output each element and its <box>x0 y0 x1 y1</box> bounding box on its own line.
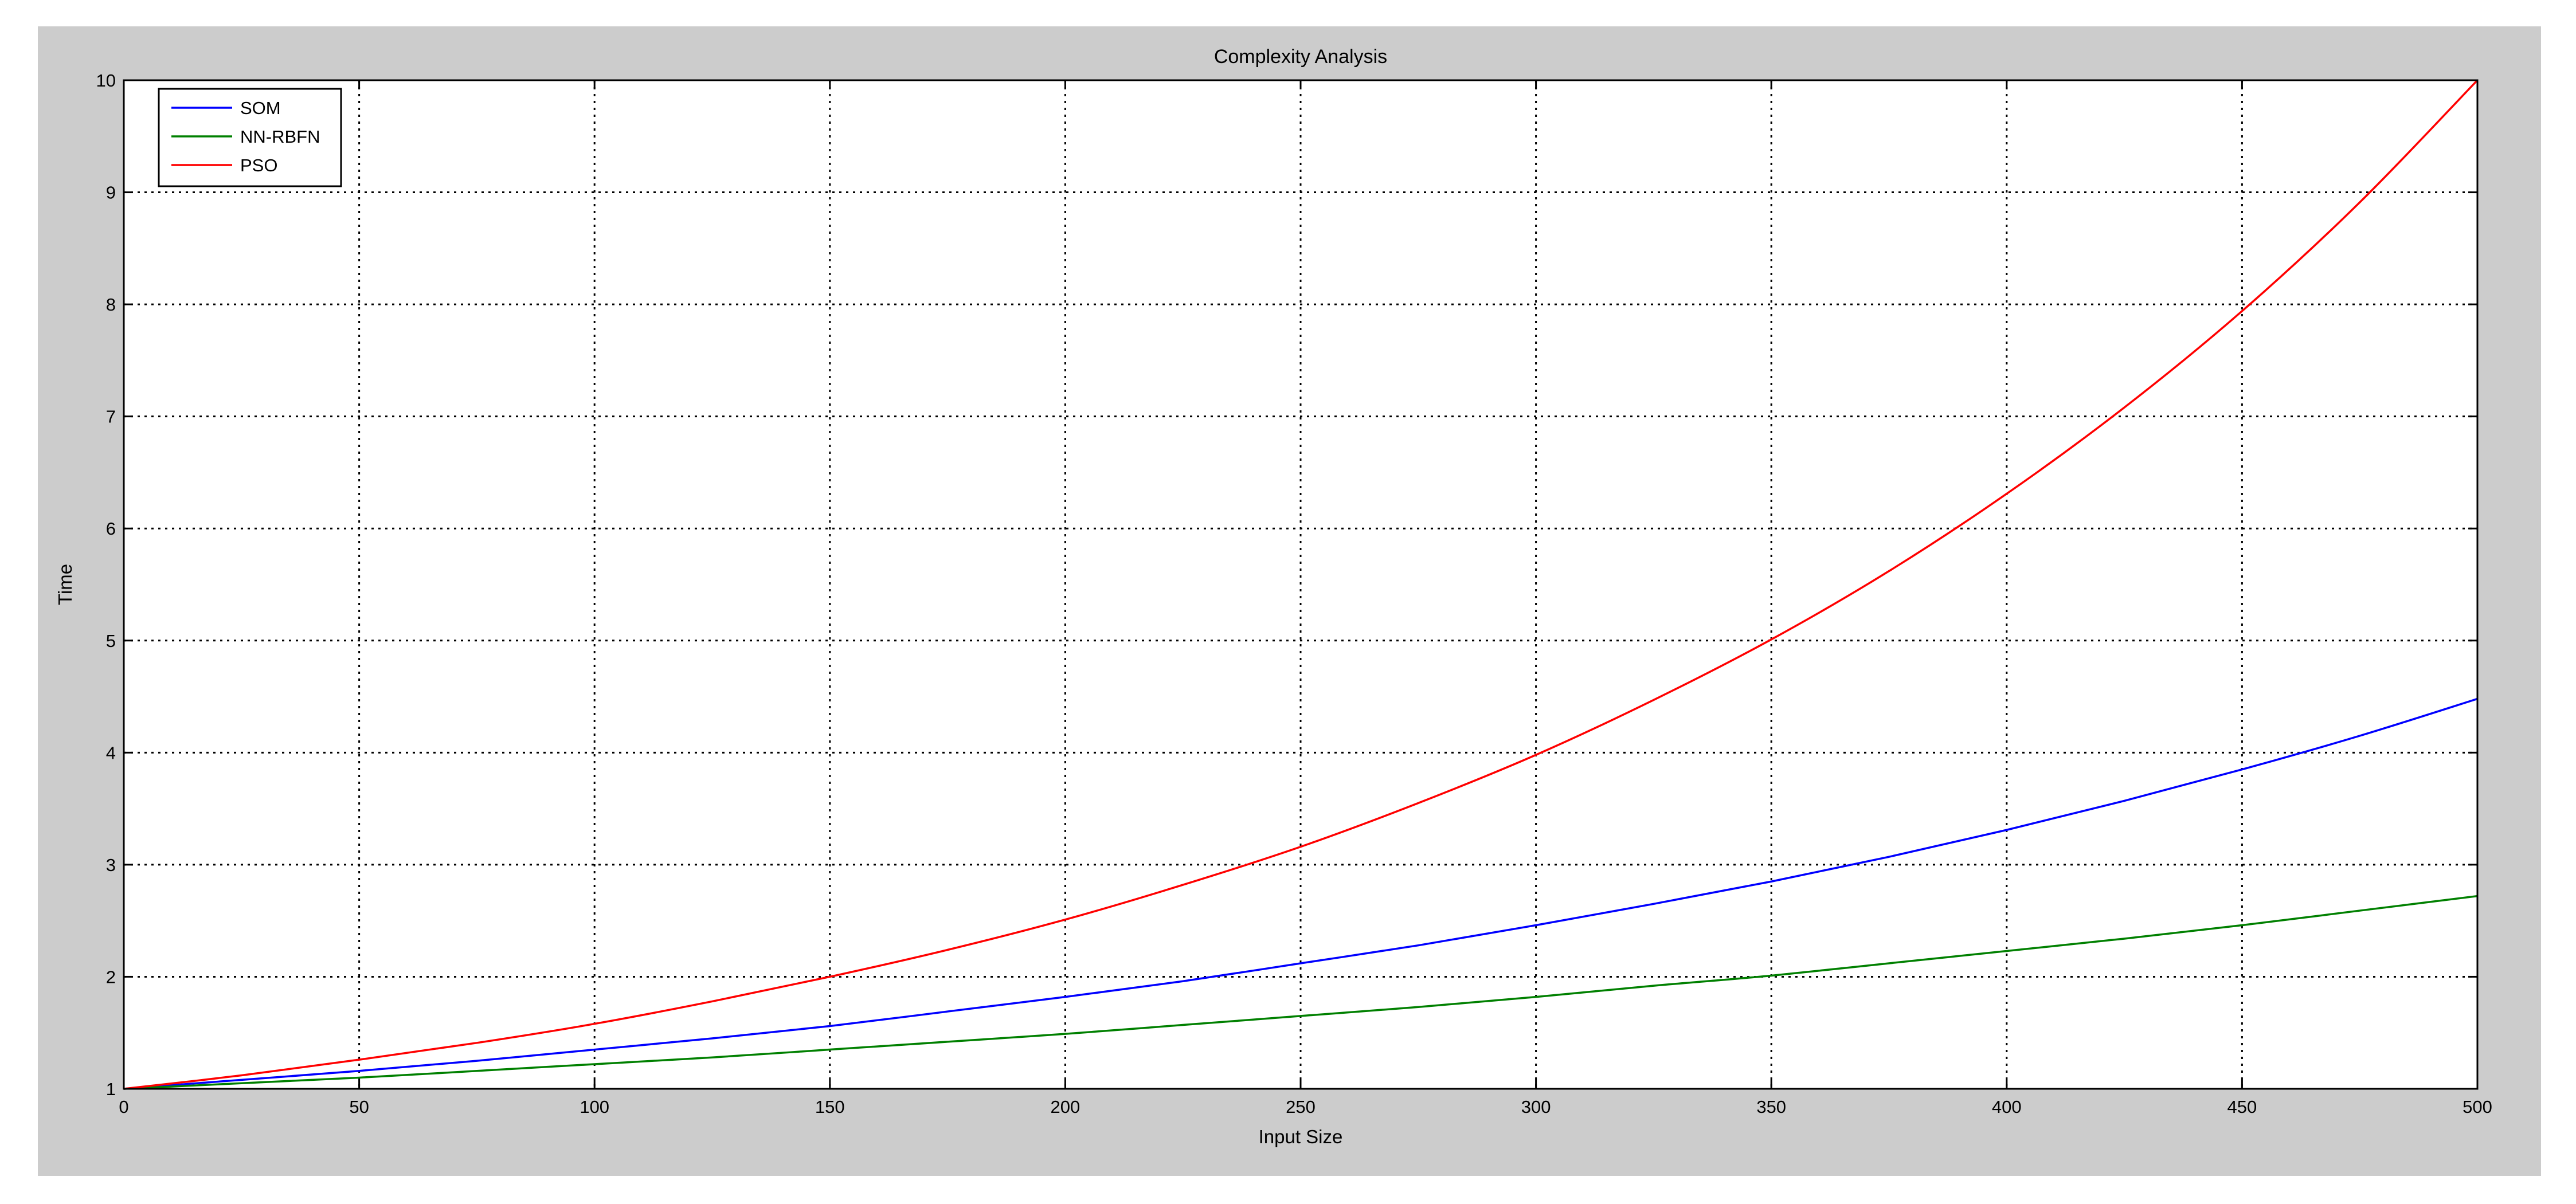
figure-margin-right <box>2541 0 2576 1204</box>
legend: SOM NN-RBFN PSO <box>158 88 342 187</box>
legend-label-som: SOM <box>240 98 281 118</box>
y-tick-label: 3 <box>106 855 116 875</box>
x-tick-label: 0 <box>119 1097 128 1117</box>
x-tick-label: 300 <box>1521 1097 1551 1117</box>
y-axis-title: Time <box>54 564 76 605</box>
y-tick-label: 2 <box>106 967 116 987</box>
x-tick-label: 500 <box>2463 1097 2492 1117</box>
y-tick-label: 6 <box>106 519 116 539</box>
x-tick-label: 350 <box>1756 1097 1786 1117</box>
x-axis-title: Input Size <box>1259 1126 1343 1147</box>
x-tick-label: 400 <box>1992 1097 2022 1117</box>
chart-title: Complexity Analysis <box>1214 46 1387 68</box>
y-tick-label: 1 <box>106 1079 116 1099</box>
x-tick-label: 150 <box>815 1097 845 1117</box>
complexity-analysis-chart: 0 50 100 150 200 250 300 350 400 450 500 1 2 3 4 5 6 7 8 9 1… <box>0 0 2576 1204</box>
x-tick-label: 50 <box>349 1097 369 1117</box>
y-tick-label: 4 <box>106 743 116 763</box>
y-tick-label: 7 <box>106 407 116 427</box>
x-tick-label: 200 <box>1051 1097 1080 1117</box>
legend-label-pso: PSO <box>240 155 277 175</box>
y-tick-label: 5 <box>106 631 116 651</box>
x-tick-label: 100 <box>580 1097 609 1117</box>
figure-margin-top <box>0 0 2576 26</box>
figure-margin-left <box>0 0 38 1204</box>
figure-margin-bottom <box>0 1176 2576 1204</box>
y-tick-label: 9 <box>106 183 116 203</box>
figure-window: 0 50 100 150 200 250 300 350 400 450 500 1 2 3 4 5 6 7 8 9 1… <box>0 0 2576 1204</box>
y-tick-label: 8 <box>106 295 116 315</box>
y-tick-label: 10 <box>96 70 116 91</box>
legend-label-nn-rbfn: NN-RBFN <box>240 127 320 147</box>
x-tick-label: 250 <box>1286 1097 1316 1117</box>
x-tick-label: 450 <box>2227 1097 2257 1117</box>
